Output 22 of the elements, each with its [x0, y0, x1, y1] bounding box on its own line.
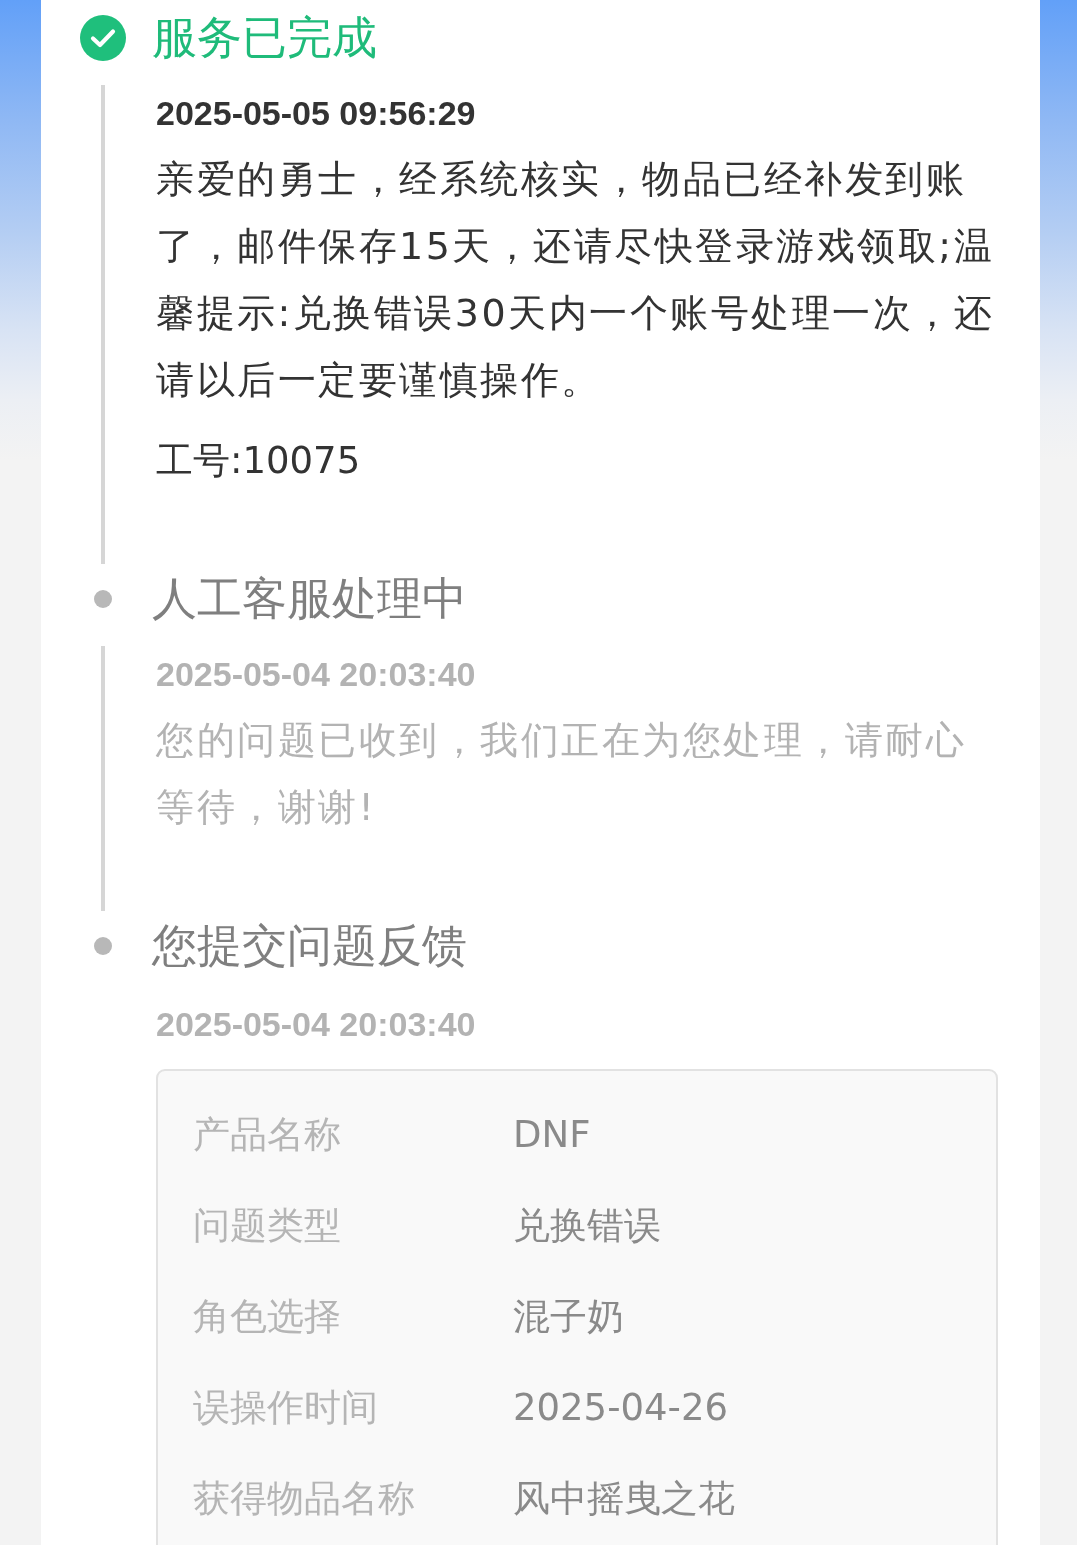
detail-value: 风中摇曳之花 — [513, 1476, 735, 1522]
detail-label: 产品名称 — [193, 1112, 342, 1158]
status-dot-icon — [94, 590, 112, 608]
detail-label: 角色选择 — [193, 1294, 342, 1340]
detail-value: 2025-04-26 — [513, 1385, 729, 1431]
check-circle-icon — [80, 15, 126, 61]
timestamp: 2025-05-05 09:56:29 — [156, 93, 476, 134]
status-title: 您提交问题反馈 — [152, 921, 467, 971]
status-dot-icon — [94, 937, 112, 955]
detail-value: DNF — [513, 1112, 591, 1158]
timestamp: 2025-05-04 20:03:40 — [156, 1004, 476, 1045]
timestamp: 2025-05-04 20:03:40 — [156, 654, 476, 695]
staff-id: 工号:10075 — [156, 438, 361, 484]
message-text: 亲爱的勇士，经系统核实，物品已经补发到账了，邮件保存15天，还请尽快登录游戏领取;温馨提示:兑换错误30天内一个账号处理一次，还请以后一定要谨慎操作。 — [156, 156, 996, 404]
detail-value: 混子奶 — [513, 1294, 624, 1340]
status-title: 服务已完成 — [152, 13, 377, 63]
status-title: 人工客服处理中 — [152, 574, 467, 624]
detail-label: 问题类型 — [193, 1203, 342, 1249]
detail-value: 兑换错误 — [513, 1203, 661, 1249]
detail-label: 误操作时间 — [193, 1385, 379, 1431]
message-text: 您的问题已收到，我们正在为您处理，请耐心等待，谢谢! — [156, 717, 967, 831]
detail-label: 获得物品名称 — [193, 1476, 416, 1522]
